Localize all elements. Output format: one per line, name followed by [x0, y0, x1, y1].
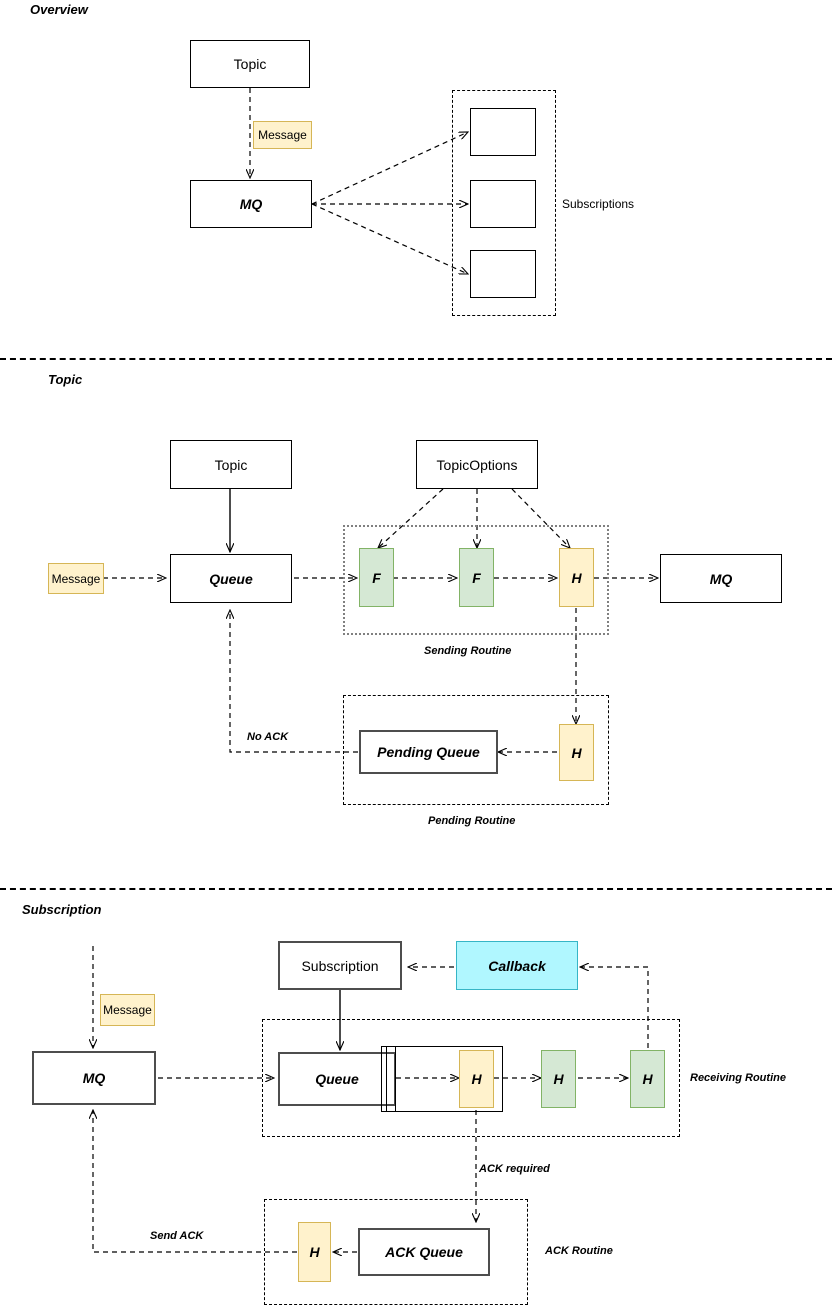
- subscription-mq-box[interactable]: MQ: [32, 1051, 156, 1105]
- pending-routine-label: Pending Routine: [428, 815, 516, 827]
- topic-message-label: Message: [48, 563, 104, 594]
- overview-subscriptions-label: Subscriptions: [562, 197, 635, 211]
- section-divider-topic: [0, 358, 832, 360]
- overview-subscription-box-2[interactable]: [470, 180, 536, 228]
- subscription-ack-handler-box[interactable]: H: [298, 1222, 331, 1282]
- overview-subscription-box-3[interactable]: [470, 250, 536, 298]
- subscription-handler-box-3[interactable]: H: [630, 1050, 665, 1108]
- topic-pending-queue-box[interactable]: Pending Queue: [359, 730, 498, 774]
- receiving-routine-label: Receiving Routine: [690, 1072, 786, 1084]
- subscription-subscription-box[interactable]: Subscription: [278, 941, 402, 990]
- overview-topic-box[interactable]: Topic: [190, 40, 310, 88]
- subscription-queue-box[interactable]: Queue: [278, 1052, 396, 1106]
- section-title-overview: Overview: [30, 2, 88, 17]
- subscription-callback-box[interactable]: Callback: [456, 941, 578, 990]
- topic-pending-handler-box[interactable]: H: [559, 724, 594, 781]
- ack-required-label: ACK required: [479, 1163, 550, 1175]
- section-title-topic: Topic: [48, 372, 83, 387]
- send-ack-label: Send ACK: [150, 1230, 204, 1242]
- sending-routine-label: Sending Routine: [424, 645, 512, 657]
- overview-subscription-box-1[interactable]: [470, 108, 536, 156]
- topic-filter-box-2[interactable]: F: [459, 548, 494, 607]
- overview-message-label: Message: [253, 121, 312, 149]
- topic-mq-box[interactable]: MQ: [660, 554, 782, 603]
- subscription-queue-overlay-inner: [386, 1046, 396, 1112]
- overview-mq-box[interactable]: MQ: [190, 180, 312, 228]
- section-title-subscription: Subscription: [22, 902, 102, 917]
- topic-sending-handler-box[interactable]: H: [559, 548, 594, 607]
- no-ack-label: No ACK: [247, 731, 289, 743]
- subscription-ack-queue-box[interactable]: ACK Queue: [358, 1228, 490, 1276]
- subscription-message-label: Message: [100, 994, 155, 1026]
- subscription-handler-box-1[interactable]: H: [459, 1050, 494, 1108]
- topic-queue-box[interactable]: Queue: [170, 554, 292, 603]
- topic-topicoptions-box[interactable]: TopicOptions: [416, 440, 538, 489]
- section-divider-subscription: [0, 888, 832, 890]
- topic-topic-box[interactable]: Topic: [170, 440, 292, 489]
- topic-filter-box-1[interactable]: F: [359, 548, 394, 607]
- ack-routine-label: ACK Routine: [545, 1245, 613, 1257]
- subscription-handler-box-2[interactable]: H: [541, 1050, 576, 1108]
- diagram-canvas: Overview Topic Subscription Topic Messag…: [0, 0, 832, 1305]
